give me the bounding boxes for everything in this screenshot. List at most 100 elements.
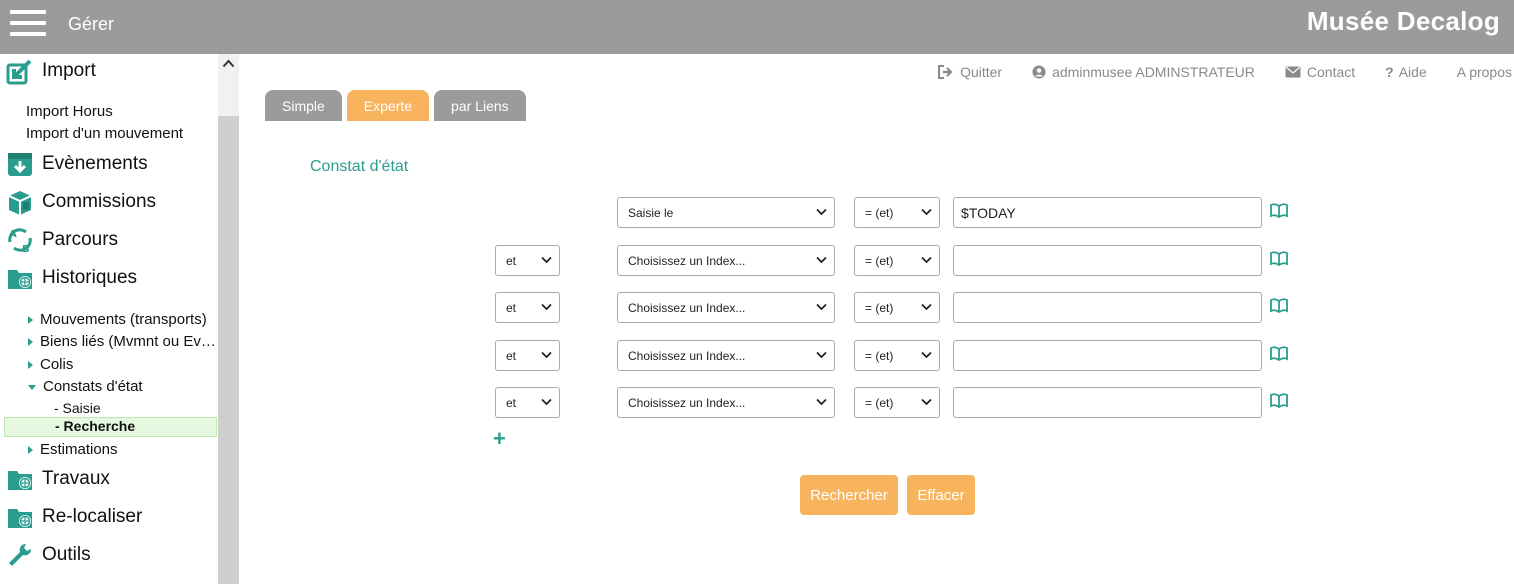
help-link[interactable]: ? Aide xyxy=(1385,64,1427,80)
sidebar-section-import[interactable]: Import xyxy=(6,56,96,86)
sidebar-section-evenements[interactable]: Evènements xyxy=(6,149,148,179)
logic-select[interactable]: et xyxy=(495,340,560,371)
operator-select[interactable]: = (et) xyxy=(854,387,940,418)
search-button[interactable]: Rechercher xyxy=(800,475,898,515)
operator-select[interactable]: = (et) xyxy=(854,197,940,228)
add-criteria-button[interactable]: + xyxy=(493,428,506,450)
tab-experte[interactable]: Experte xyxy=(346,90,430,121)
envelope-icon xyxy=(1285,66,1301,78)
tree-leaf-saisie[interactable]: - Saisie xyxy=(54,400,101,416)
caret-down-icon xyxy=(28,384,36,390)
sidebar-section-outils[interactable]: Outils xyxy=(6,540,91,570)
events-icon xyxy=(6,150,34,178)
sidebar: Import Import Horus Import d'un mouvemen… xyxy=(0,54,218,584)
menu-label[interactable]: Gérer xyxy=(68,14,114,35)
logic-select[interactable]: et xyxy=(495,292,560,323)
index-select[interactable]: Choisissez un Index... xyxy=(617,245,835,276)
tree-item-label: Mouvements (transports) xyxy=(40,311,207,328)
select-value: et xyxy=(506,348,517,363)
sidebar-section-label: Commissions xyxy=(42,191,157,212)
sidebar-section-historiques[interactable]: Historiques xyxy=(6,263,137,293)
criteria-row: et Choisissez un Index... = (et) xyxy=(240,245,1514,276)
caret-right-icon xyxy=(28,338,33,347)
select-value: = (et) xyxy=(865,300,894,315)
contact-label: Contact xyxy=(1306,64,1356,80)
index-select[interactable]: Choisissez un Index... xyxy=(617,387,835,418)
svg-text:B: B xyxy=(22,244,30,254)
contact-link[interactable]: Contact xyxy=(1285,64,1355,80)
select-value: = (et) xyxy=(865,253,894,268)
tab-simple[interactable]: Simple xyxy=(265,90,342,121)
tree-leaf-recherche[interactable]: - Recherche xyxy=(4,417,217,437)
sidebar-section-label: Import xyxy=(42,60,96,81)
svg-text:A: A xyxy=(9,229,17,240)
select-value: et xyxy=(506,253,517,268)
top-links: Quitter adminmusee ADMINSTRATEUR Contact… xyxy=(938,64,1514,80)
criteria-row: et Choisissez un Index... = (et) xyxy=(240,387,1514,418)
select-value: = (et) xyxy=(865,348,894,363)
index-select[interactable]: Choisissez un Index... xyxy=(617,292,835,323)
value-input[interactable] xyxy=(953,340,1262,371)
sidebar-section-label: Re-localiser xyxy=(42,506,143,527)
tree-item-mouvements[interactable]: Mouvements (transports) xyxy=(28,311,207,328)
value-input[interactable]: $TODAY xyxy=(953,197,1262,228)
chevron-down-icon xyxy=(921,256,932,264)
relocaliser-icon xyxy=(6,503,34,531)
select-value: Choisissez un Index... xyxy=(628,253,746,268)
help-label: Aide xyxy=(1398,64,1427,80)
tree-item-biens-lies[interactable]: Biens liés (Mvmnt ou Ev… xyxy=(28,333,216,350)
scroll-up-button[interactable] xyxy=(218,54,239,116)
criteria-row: et Choisissez un Index... = (et) xyxy=(240,340,1514,371)
user-icon xyxy=(1032,65,1046,79)
chevron-down-icon xyxy=(921,351,932,359)
tree-item-estimations[interactable]: Estimations xyxy=(28,441,118,458)
index-select[interactable]: Choisissez un Index... xyxy=(617,340,835,371)
sidebar-scrollbar[interactable] xyxy=(218,54,239,584)
logic-select[interactable]: et xyxy=(495,245,560,276)
tree-item-colis[interactable]: Colis xyxy=(28,356,73,373)
book-icon[interactable] xyxy=(1270,251,1288,266)
sidebar-section-commissions[interactable]: Commissions xyxy=(6,187,156,217)
chevron-up-icon xyxy=(222,59,235,68)
operator-select[interactable]: = (et) xyxy=(854,245,940,276)
book-icon[interactable] xyxy=(1270,298,1288,313)
about-link[interactable]: A propos xyxy=(1457,64,1512,80)
user-link[interactable]: adminmusee ADMINSTRATEUR xyxy=(1032,64,1255,80)
logic-select[interactable]: et xyxy=(495,387,560,418)
criteria-row: et Choisissez un Index... = (et) xyxy=(240,292,1514,323)
search-mode-tabs: Simple Experte par Liens xyxy=(265,90,526,121)
value-input[interactable] xyxy=(953,245,1262,276)
book-icon[interactable] xyxy=(1270,393,1288,408)
sidebar-section-label: Travaux xyxy=(42,468,110,489)
sidebar-item-import-mouvement[interactable]: Import d'un mouvement xyxy=(26,125,183,142)
chevron-down-icon xyxy=(921,208,932,216)
menu-icon[interactable] xyxy=(10,10,46,36)
clear-button[interactable]: Effacer xyxy=(907,475,975,515)
historiques-icon xyxy=(6,264,34,292)
book-icon[interactable] xyxy=(1270,203,1288,218)
operator-select[interactable]: = (et) xyxy=(854,340,940,371)
tab-par-liens[interactable]: par Liens xyxy=(434,90,526,121)
brand-title: Musée Decalog xyxy=(1306,6,1500,36)
select-value: Choisissez un Index... xyxy=(628,395,746,410)
index-select[interactable]: Saisie le xyxy=(617,197,835,228)
chevron-down-icon xyxy=(541,256,552,264)
sidebar-section-label: Parcours xyxy=(42,229,119,250)
chevron-down-icon xyxy=(816,398,827,406)
sidebar-section-parcours[interactable]: BA Parcours xyxy=(6,225,118,255)
tree-item-label: Colis xyxy=(40,356,74,373)
quit-link[interactable]: Quitter xyxy=(938,64,1002,80)
chevron-down-icon xyxy=(816,303,827,311)
select-value: et xyxy=(506,395,517,410)
value-input[interactable] xyxy=(953,387,1262,418)
sidebar-item-import-horus[interactable]: Import Horus xyxy=(26,103,113,120)
tree-item-constats[interactable]: Constats d'état xyxy=(28,378,143,395)
chevron-down-icon xyxy=(921,398,932,406)
sidebar-section-relocaliser[interactable]: Re-localiser xyxy=(6,502,142,532)
book-icon[interactable] xyxy=(1270,346,1288,361)
signout-icon xyxy=(938,65,953,79)
sidebar-section-travaux[interactable]: Travaux xyxy=(6,464,110,494)
operator-select[interactable]: = (et) xyxy=(854,292,940,323)
value-input[interactable] xyxy=(953,292,1262,323)
select-value: = (et) xyxy=(865,205,894,220)
